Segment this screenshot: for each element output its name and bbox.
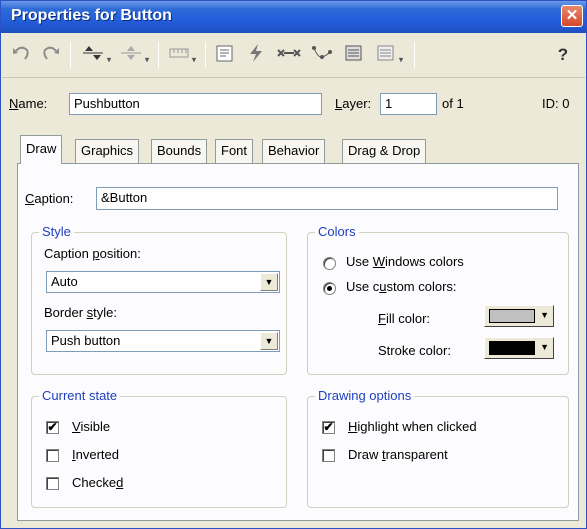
toolbar-separator [205, 42, 206, 68]
tab-drag-drop[interactable]: Drag & Drop [342, 139, 427, 163]
toolbar: ▾ ▾ ▾ ▾ ? [2, 34, 585, 78]
border-style-label: Border style: [44, 305, 117, 320]
border-style-value: Push button [51, 333, 121, 348]
object-id: ID: 0 [542, 96, 570, 111]
colors-group-title: Colors [315, 224, 359, 239]
inverted-checkbox[interactable] [46, 449, 59, 462]
radio-selected-dot [327, 286, 332, 291]
current-state-group: Current state ✔ Visible Inverted Checked [31, 388, 287, 508]
chevron-down-icon: ▼ [540, 310, 549, 320]
list-icon[interactable] [340, 42, 368, 68]
windows-colors-label: Use Windows colors [346, 254, 464, 269]
custom-colors-radio[interactable] [323, 282, 336, 295]
fill-color-label: Fill color: [378, 311, 431, 326]
distribute-icon[interactable]: ▾ [116, 42, 152, 68]
layer-label: Layer: [335, 96, 372, 111]
fill-color-button[interactable]: ▼ [484, 305, 554, 327]
inverted-label: Inverted [72, 447, 119, 462]
style-group-title: Style [39, 224, 74, 239]
custom-colors-label: Use custom colors: [346, 279, 457, 294]
checked-checkbox[interactable] [46, 477, 59, 490]
layer-field[interactable]: 1 [380, 93, 437, 115]
lightning-icon[interactable] [243, 42, 269, 68]
toolbar-separator [414, 42, 415, 68]
toolbar-separator [70, 42, 71, 68]
tab-font[interactable]: Font [215, 139, 254, 163]
align-icon[interactable]: ▾ [78, 42, 114, 68]
caption-position-select[interactable]: Auto ▼ [46, 271, 280, 293]
draw-panel: Caption: &Button Style Caption position:… [17, 163, 579, 521]
windows-colors-radio[interactable] [323, 257, 336, 270]
caption-field[interactable]: &Button [96, 187, 558, 210]
checkmark-icon: ✔ [323, 420, 334, 434]
path-icon[interactable] [307, 42, 337, 68]
caption-label: Caption: [25, 191, 74, 206]
colors-group: Colors Use Windows colors Use custom col… [307, 224, 569, 375]
stroke-color-label: Stroke color: [378, 343, 451, 358]
transparent-label: Draw transparent [348, 447, 448, 462]
chevron-down-icon[interactable]: ▼ [260, 273, 278, 291]
layer-count: of 1 [442, 96, 464, 111]
title-bar[interactable]: Properties for Button ✕ [1, 1, 586, 33]
drawing-options-group: Drawing options ✔ Highlight when clicked… [307, 388, 569, 508]
stroke-color-button[interactable]: ▼ [484, 337, 554, 359]
caption-position-label: Caption position: [44, 246, 141, 261]
checked-label: Checked [72, 475, 124, 490]
transparent-checkbox[interactable] [322, 449, 335, 462]
ruler-icon[interactable]: ▾ [164, 42, 200, 68]
window-title: Properties for Button [11, 7, 172, 24]
list-dropdown-icon[interactable]: ▾ [370, 42, 408, 68]
properties-dialog: Properties for Button ✕ ▾ ▾ ▾ ▾ ? Name: … [0, 0, 587, 529]
help-icon[interactable]: ? [550, 42, 576, 68]
visible-checkbox[interactable]: ✔ [46, 421, 59, 434]
caption-position-value: Auto [51, 274, 78, 289]
tab-behavior[interactable]: Behavior [262, 139, 326, 163]
tab-graphics[interactable]: Graphics [75, 139, 140, 163]
connector-icon[interactable] [274, 42, 304, 68]
tab-draw[interactable]: Draw [20, 135, 63, 164]
redo-icon[interactable] [38, 42, 64, 68]
close-icon: ✕ [565, 7, 579, 24]
fill-color-swatch [489, 309, 535, 323]
highlight-label: Highlight when clicked [348, 419, 477, 434]
properties-icon[interactable] [212, 42, 238, 68]
chevron-down-icon: ▼ [540, 342, 549, 352]
checkmark-icon: ✔ [47, 420, 58, 434]
name-label: Name: [9, 96, 48, 111]
toolbar-separator [158, 42, 159, 68]
style-group: Style Caption position: Auto ▼ Border st… [31, 224, 287, 375]
name-field[interactable]: Pushbutton [69, 93, 322, 115]
undo-icon[interactable] [8, 42, 34, 68]
drawing-options-group-title: Drawing options [315, 388, 415, 403]
close-button[interactable]: ✕ [561, 5, 583, 27]
border-style-select[interactable]: Push button ▼ [46, 330, 280, 352]
tab-bounds[interactable]: Bounds [151, 139, 208, 163]
current-state-group-title: Current state [39, 388, 121, 403]
visible-label: Visible [72, 419, 111, 434]
stroke-color-swatch [489, 341, 535, 355]
highlight-checkbox[interactable]: ✔ [322, 421, 335, 434]
chevron-down-icon[interactable]: ▼ [260, 332, 278, 350]
